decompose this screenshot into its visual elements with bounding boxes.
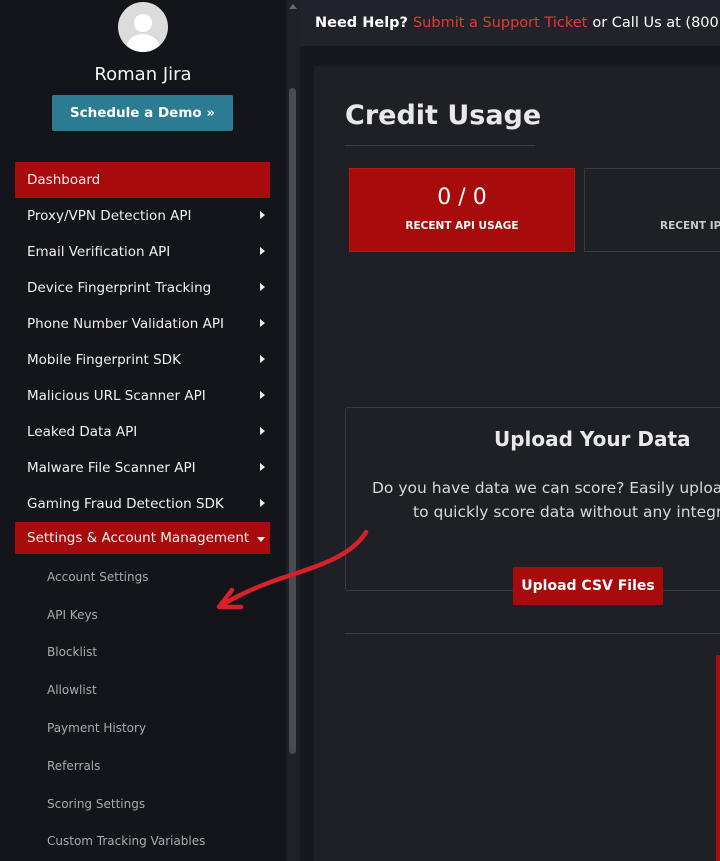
sidebar-item-label: Mobile Fingerprint SDK bbox=[27, 352, 181, 368]
sidebar-item-label: Gaming Fraud Detection SDK bbox=[27, 496, 224, 512]
submenu-item-account-settings[interactable]: Account Settings bbox=[15, 558, 270, 596]
chevron-down-icon bbox=[257, 537, 265, 542]
submenu-item-blocklist[interactable]: Blocklist bbox=[15, 634, 270, 672]
sidebar-item-phone-validation[interactable]: Phone Number Validation API bbox=[15, 306, 270, 342]
api-usage-value: 0 / 0 bbox=[437, 185, 487, 210]
avatar[interactable] bbox=[118, 2, 168, 52]
upload-description: Do you have data we can score? Easily up… bbox=[372, 479, 720, 497]
sidebar-item-label: Settings & Account Management bbox=[27, 530, 250, 546]
page-title: Credit Usage bbox=[345, 100, 542, 131]
sidebar-item-device-fingerprint[interactable]: Device Fingerprint Tracking bbox=[15, 270, 270, 306]
chevron-right-icon bbox=[260, 211, 265, 219]
sidebar-item-leaked-data[interactable]: Leaked Data API bbox=[15, 414, 270, 450]
recent-api-usage-card: 0 / 0 RECENT API USAGE bbox=[349, 168, 575, 252]
sidebar-item-label: Leaked Data API bbox=[27, 424, 138, 440]
submenu-item-referrals[interactable]: Referrals bbox=[15, 747, 270, 785]
sidebar-item-label: Phone Number Validation API bbox=[27, 316, 224, 332]
recent-ip-label: RECENT IP A bbox=[660, 220, 720, 232]
submenu-item-custom-tracking[interactable]: Custom Tracking Variables bbox=[15, 823, 270, 861]
submenu-item-allowlist[interactable]: Allowlist bbox=[15, 671, 270, 709]
sidebar-item-label: Proxy/VPN Detection API bbox=[27, 208, 192, 224]
api-usage-label: RECENT API USAGE bbox=[405, 220, 519, 232]
sidebar-scrollbar-thumb[interactable] bbox=[289, 88, 296, 754]
sidebar-item-settings[interactable]: Settings & Account Management bbox=[15, 522, 270, 554]
chevron-right-icon bbox=[260, 355, 265, 363]
sidebar-item-label: Dashboard bbox=[27, 172, 101, 188]
chevron-right-icon bbox=[260, 427, 265, 435]
title-divider bbox=[345, 145, 535, 146]
sidebar-item-dashboard[interactable]: Dashboard bbox=[15, 162, 270, 198]
sidebar-item-mobile-fingerprint[interactable]: Mobile Fingerprint SDK bbox=[15, 342, 270, 378]
sidebar-item-proxy-vpn-detection[interactable]: Proxy/VPN Detection API bbox=[15, 198, 270, 234]
upload-description-continued: to quickly score data without any integr bbox=[413, 503, 720, 521]
user-name: Roman Jira bbox=[94, 64, 192, 85]
chevron-right-icon bbox=[260, 283, 265, 291]
sidebar-item-malware-scanner[interactable]: Malware File Scanner API bbox=[15, 450, 270, 486]
sidebar-item-label: Malicious URL Scanner API bbox=[27, 388, 206, 404]
call-us-text: or Call Us at (800 bbox=[592, 15, 719, 31]
upload-csv-button[interactable]: Upload CSV Files bbox=[513, 567, 663, 605]
sidebar-item-email-verification[interactable]: Email Verification API bbox=[15, 234, 270, 270]
submenu-item-api-keys[interactable]: API Keys bbox=[15, 596, 270, 634]
sidebar-item-gaming-fraud[interactable]: Gaming Fraud Detection SDK bbox=[15, 486, 270, 522]
scroll-up-arrow-icon[interactable] bbox=[289, 4, 297, 9]
help-bar: Need Help? Submit a Support Ticket or Ca… bbox=[300, 0, 720, 46]
settings-submenu: Account Settings API Keys Blocklist Allo… bbox=[15, 558, 270, 860]
sidebar-menu: Dashboard Proxy/VPN Detection API Email … bbox=[15, 162, 270, 860]
section-divider bbox=[345, 633, 720, 634]
chevron-right-icon bbox=[260, 499, 265, 507]
recent-ip-card: RECENT IP A bbox=[584, 168, 720, 252]
chevron-right-icon bbox=[260, 391, 265, 399]
chevron-right-icon bbox=[260, 247, 265, 255]
avatar-head-shape bbox=[134, 14, 152, 32]
chevron-right-icon bbox=[260, 463, 265, 471]
sidebar-item-label: Malware File Scanner API bbox=[27, 460, 196, 476]
submenu-item-scoring-settings[interactable]: Scoring Settings bbox=[15, 785, 270, 823]
need-help-text: Need Help? bbox=[315, 15, 408, 31]
sidebar-item-label: Device Fingerprint Tracking bbox=[27, 280, 212, 296]
submenu-item-payment-history[interactable]: Payment History bbox=[15, 709, 270, 747]
sidebar-item-label: Email Verification API bbox=[27, 244, 171, 260]
chevron-right-icon bbox=[260, 319, 265, 327]
red-accent-strip bbox=[716, 655, 720, 861]
sidebar: Roman Jira Schedule a Demo » Dashboard P… bbox=[0, 0, 286, 861]
schedule-demo-button[interactable]: Schedule a Demo » bbox=[52, 95, 233, 131]
upload-title: Upload Your Data bbox=[494, 427, 691, 451]
sidebar-item-malicious-url[interactable]: Malicious URL Scanner API bbox=[15, 378, 270, 414]
avatar-body-shape bbox=[126, 34, 160, 52]
support-ticket-link[interactable]: Submit a Support Ticket bbox=[413, 15, 587, 31]
